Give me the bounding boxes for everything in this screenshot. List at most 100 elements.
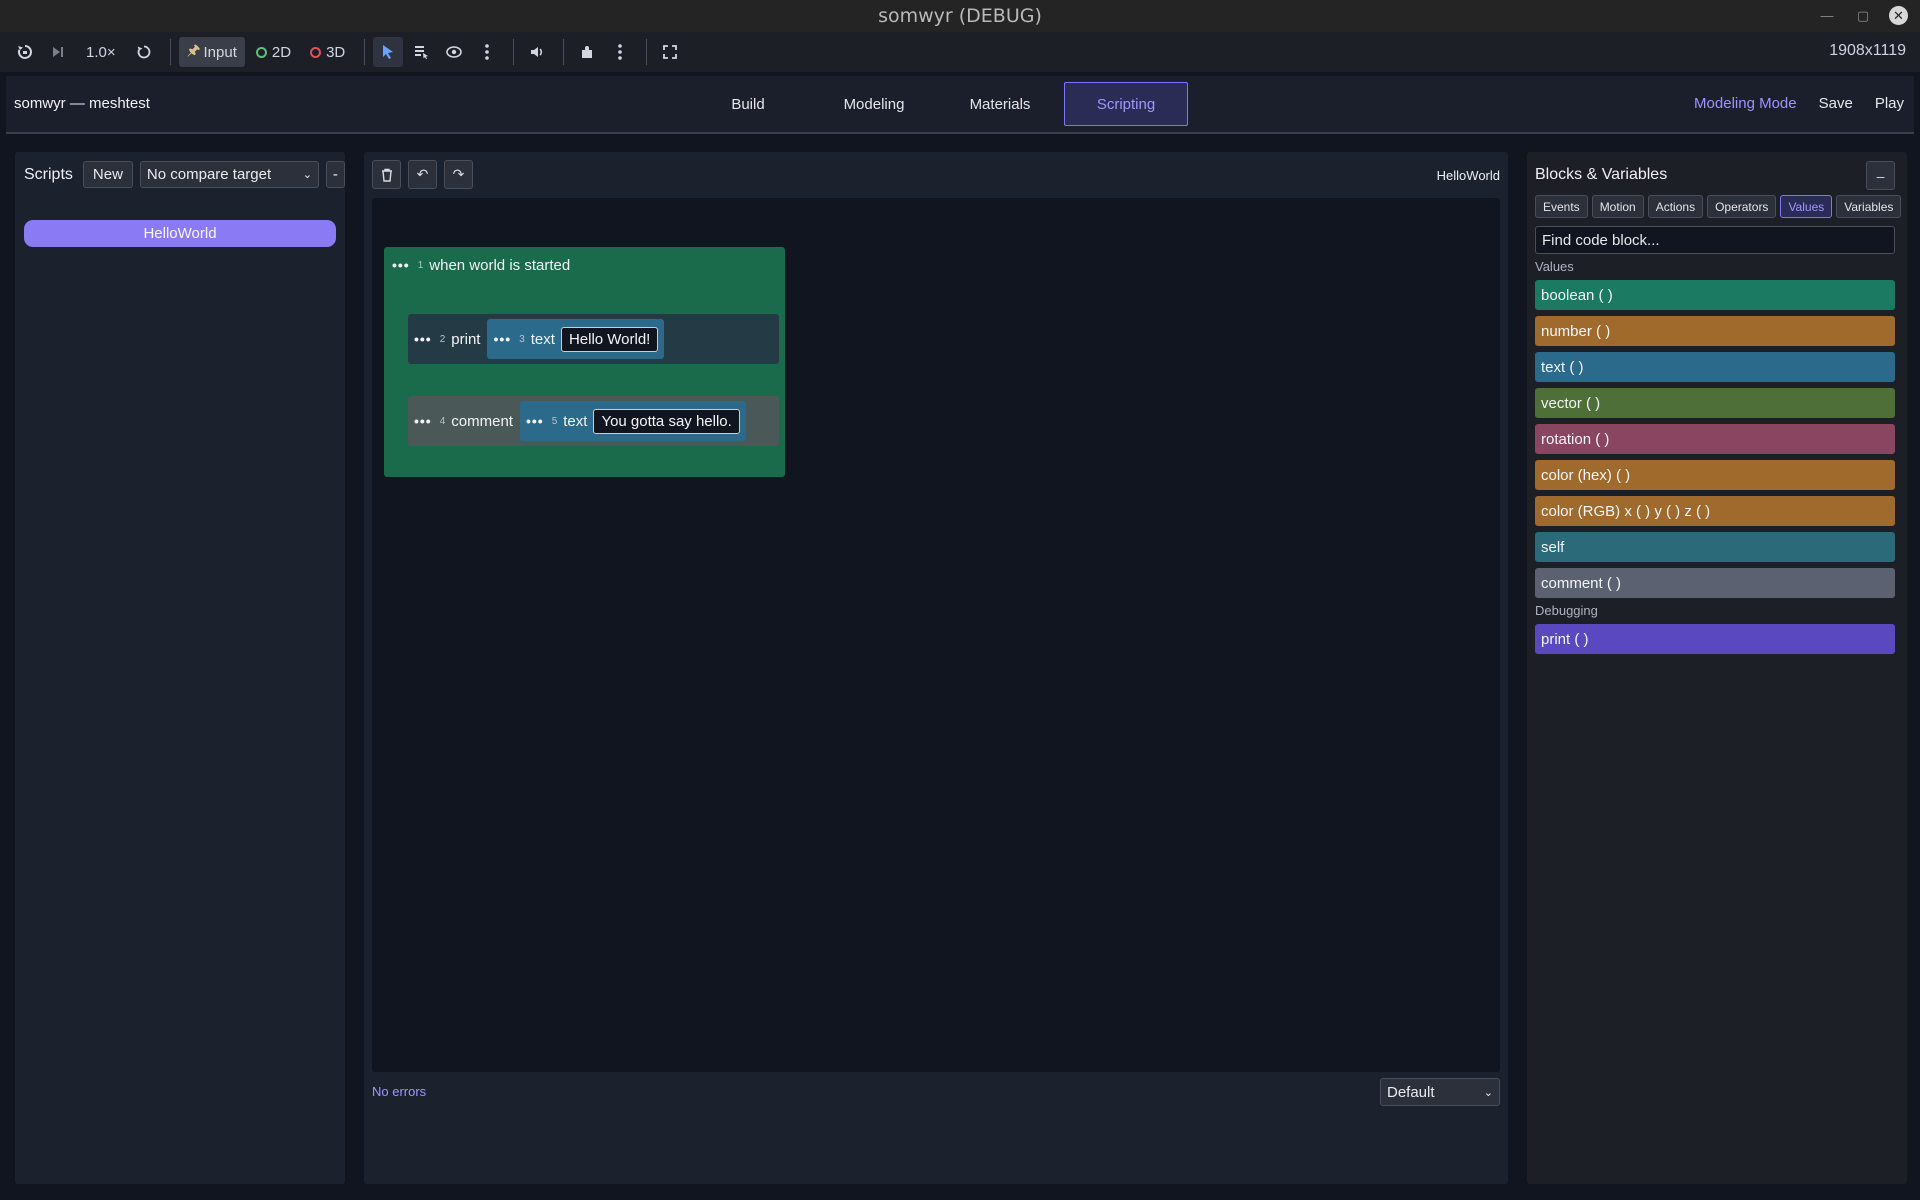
more-vertical-icon[interactable] <box>605 37 635 67</box>
window-title: somwyr (DEBUG) <box>878 5 1042 27</box>
comment-label: comment <box>451 412 513 430</box>
tab-build[interactable]: Build <box>686 82 810 126</box>
trash-icon[interactable] <box>372 160 401 189</box>
category-actions[interactable]: Actions <box>1647 195 1704 218</box>
inspect-icon[interactable] <box>406 37 436 67</box>
volume-icon[interactable] <box>522 37 552 67</box>
print-block[interactable]: ••• 2 print ••• 3 text Hello World! <box>408 314 779 364</box>
mode-2d-button[interactable]: 2D <box>248 37 299 67</box>
category-motion[interactable]: Motion <box>1591 195 1644 218</box>
text-value-input[interactable]: You gotta say hello. <box>593 408 740 434</box>
text-block-label: text <box>530 330 555 348</box>
compare-target-value: No compare target <box>146 166 272 183</box>
plugin-icon[interactable] <box>572 37 602 67</box>
debug-toolbar: 1.0× 🖈 Input 2D 3D 1908x1119 <box>0 32 1920 72</box>
chevron-down-icon: ⌄ <box>302 169 312 181</box>
toolbar-divider <box>364 39 366 65</box>
eye-icon[interactable] <box>439 37 469 67</box>
comment-block[interactable]: ••• 4 comment ••• 5 text You gotta say h… <box>408 396 779 446</box>
document-title: somwyr — meshtest <box>14 95 150 112</box>
more-horizontal-icon[interactable]: ••• <box>414 414 432 428</box>
minimize-icon[interactable]: — <box>1817 8 1837 23</box>
error-status: No errors <box>372 1084 427 1099</box>
more-horizontal-icon[interactable]: ••• <box>526 414 544 428</box>
step-forward-icon[interactable] <box>43 37 73 67</box>
more-horizontal-icon[interactable]: ••• <box>392 258 410 272</box>
mode-3d-button[interactable]: 3D <box>302 37 353 67</box>
more-horizontal-icon[interactable]: ••• <box>414 332 432 346</box>
undo-icon[interactable]: ↶ <box>408 160 437 189</box>
category-values[interactable]: Values <box>1780 195 1833 218</box>
palette-block[interactable]: color (hex) ( ) <box>1535 460 1895 490</box>
palette-block[interactable]: boolean ( ) <box>1535 280 1895 310</box>
pointer-icon: 🖈 <box>186 41 201 59</box>
speed-button[interactable]: 1.0× <box>76 37 126 67</box>
fullscreen-icon[interactable] <box>655 37 685 67</box>
debugging-heading: Debugging <box>1535 603 1598 618</box>
print-label: print <box>451 330 481 348</box>
tab-materials[interactable]: Materials <box>938 82 1062 126</box>
text-block[interactable]: ••• 3 text Hello World! <box>487 319 665 359</box>
line-number: 5 <box>551 415 558 427</box>
scripts-header: Scripts New No compare target ⌄ - <box>24 161 345 188</box>
script-editor: ↶ ↷ HelloWorld ••• 1 when world is start… <box>364 152 1508 1184</box>
input-toggle[interactable]: 🖈 Input <box>178 37 245 67</box>
redo-icon[interactable]: ↷ <box>444 160 473 189</box>
palette-block[interactable]: print ( ) <box>1535 624 1895 654</box>
palette-block[interactable]: rotation ( ) <box>1535 424 1895 454</box>
category-events[interactable]: Events <box>1535 195 1588 218</box>
more-horizontal-icon[interactable]: ••• <box>493 332 511 346</box>
scripts-label: Scripts <box>24 165 73 183</box>
toolbar-divider <box>513 39 515 65</box>
line-number: 1 <box>417 259 424 271</box>
save-button[interactable]: Save <box>1819 95 1853 112</box>
line-number: 4 <box>439 415 446 427</box>
tab-modeling[interactable]: Modeling <box>812 82 936 126</box>
palette-categories: Events Motion Actions Operators Values V… <box>1535 195 1902 218</box>
text-block[interactable]: ••• 5 text You gotta say hello. <box>519 401 746 441</box>
block-canvas[interactable]: ••• 1 when world is started ••• 2 print … <box>372 198 1500 1072</box>
collapse-palette-button[interactable]: – <box>1866 161 1895 190</box>
modeling-mode-button[interactable]: Modeling Mode <box>1694 95 1797 112</box>
event-label: when world is started <box>429 256 571 274</box>
close-icon[interactable]: ✕ <box>1889 6 1908 25</box>
input-label: Input <box>203 43 237 61</box>
mode-tabs: Build Modeling Materials Scripting <box>686 82 1190 126</box>
replay-icon[interactable] <box>10 37 40 67</box>
script-item-helloworld[interactable]: HelloWorld <box>24 220 336 247</box>
editor-mode-value: Default <box>1387 1083 1435 1101</box>
palette-block[interactable]: self <box>1535 532 1895 562</box>
text-block-label: text <box>563 412 588 430</box>
play-button[interactable]: Play <box>1875 95 1904 112</box>
palette-block[interactable]: comment ( ) <box>1535 568 1895 598</box>
line-number: 2 <box>439 333 446 345</box>
values-heading: Values <box>1535 259 1574 274</box>
remove-script-button[interactable]: - <box>325 161 345 188</box>
palette-block[interactable]: color (RGB) x ( ) y ( ) z ( ) <box>1535 496 1895 526</box>
scripts-panel: Scripts New No compare target ⌄ - HelloW… <box>15 152 345 1184</box>
tab-scripting[interactable]: Scripting <box>1064 82 1188 126</box>
select-tool-icon[interactable] <box>373 37 404 67</box>
resolution-readout: 1908x1119 <box>1829 42 1906 59</box>
editor-toolbar: ↶ ↷ <box>372 160 473 189</box>
mode-2d-label: 2D <box>271 43 292 61</box>
category-variables[interactable]: Variables <box>1836 195 1902 218</box>
text-value-input[interactable]: Hello World! <box>560 326 659 352</box>
new-script-button[interactable]: New <box>82 161 133 188</box>
reset-icon[interactable] <box>129 37 159 67</box>
window-titlebar: somwyr (DEBUG) — ▢ ✕ <box>0 0 1920 32</box>
blocks-palette: Blocks & Variables – Events Motion Actio… <box>1527 152 1907 1184</box>
mode-3d-label: 3D <box>326 43 346 61</box>
more-vertical-icon[interactable] <box>472 37 502 67</box>
palette-title: Blocks & Variables <box>1535 166 1668 183</box>
maximize-icon[interactable]: ▢ <box>1853 8 1873 24</box>
palette-block[interactable]: number ( ) <box>1535 316 1895 346</box>
app-header: somwyr — meshtest Build Modeling Materia… <box>6 76 1914 134</box>
toolbar-divider <box>646 39 648 65</box>
palette-block[interactable]: text ( ) <box>1535 352 1895 382</box>
compare-target-select[interactable]: No compare target ⌄ <box>139 161 319 188</box>
editor-mode-select[interactable]: Default ⌄ <box>1380 1078 1500 1106</box>
find-block-input[interactable] <box>1535 226 1895 254</box>
category-operators[interactable]: Operators <box>1707 195 1777 218</box>
palette-block[interactable]: vector ( ) <box>1535 388 1895 418</box>
